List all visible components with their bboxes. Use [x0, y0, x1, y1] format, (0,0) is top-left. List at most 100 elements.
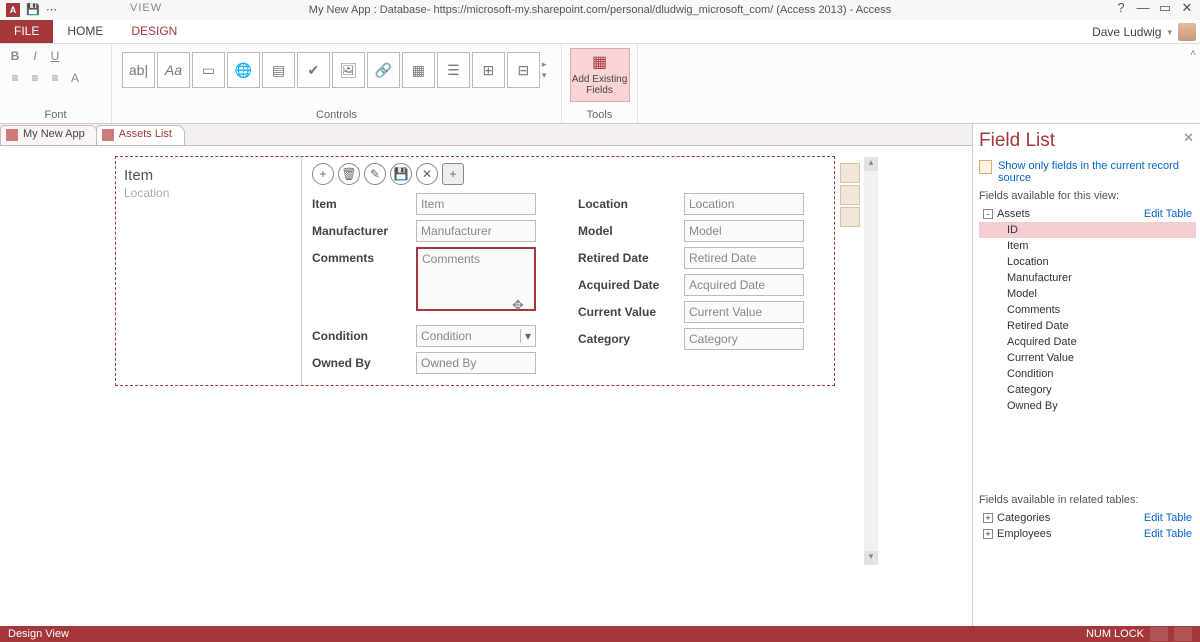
control-subform-button[interactable]: ▦	[402, 52, 435, 88]
app-icon[interactable]: A	[6, 3, 20, 17]
control-textbox-button[interactable]: ab|	[122, 52, 155, 88]
delete-record-button[interactable]: 🗑	[338, 163, 360, 185]
control-webbrowser-button[interactable]: 🌐	[227, 52, 260, 88]
field-list-panel: Field List ✕ Show only fields in the cur…	[972, 124, 1200, 626]
align-left-button[interactable]: ≡	[6, 70, 24, 88]
panel-close-icon[interactable]: ✕	[1183, 130, 1194, 146]
related-categories-row[interactable]: + Categories Edit Table	[979, 510, 1196, 526]
view-datasheet-button[interactable]	[1150, 627, 1168, 641]
related-employees-row[interactable]: +Employees Edit Table	[979, 526, 1196, 542]
doctab-my-new-app[interactable]: My New App	[0, 125, 98, 145]
field-manufacturer[interactable]: Manufacturer	[416, 220, 536, 242]
expand-icon[interactable]: +	[983, 513, 993, 523]
data-button[interactable]	[840, 163, 860, 183]
field-leaf-acquired-date[interactable]: Acquired Date	[979, 334, 1196, 350]
tree-table-header[interactable]: -Assets Edit Table	[979, 206, 1196, 222]
field-category[interactable]: Category	[684, 328, 804, 350]
chevron-down-icon: ▾	[1167, 27, 1172, 38]
sidebar-subtitle: Location	[124, 186, 293, 200]
scroll-up-icon[interactable]: ▴	[864, 157, 878, 171]
ribbon-group-font-label: Font	[6, 109, 105, 121]
field-acquired-date[interactable]: Acquired Date	[684, 274, 804, 296]
field-leaf-id[interactable]: ID	[979, 222, 1196, 238]
align-center-button[interactable]: ≡	[26, 70, 44, 88]
edit-table-link[interactable]: Edit Table	[1144, 528, 1192, 540]
tab-home[interactable]: HOME	[53, 20, 117, 43]
field-leaf-category[interactable]: Category	[979, 382, 1196, 398]
vertical-scrollbar[interactable]: ▴ ▾	[864, 157, 878, 565]
field-leaf-retired-date[interactable]: Retired Date	[979, 318, 1196, 334]
align-right-button[interactable]: ≡	[46, 70, 64, 88]
form-sidebar: Item Location	[116, 157, 302, 385]
close-icon[interactable]: ✕	[1176, 0, 1198, 18]
control-label-button[interactable]: Aa	[157, 52, 190, 88]
field-leaf-location[interactable]: Location	[979, 254, 1196, 270]
edit-record-button[interactable]: ✎	[364, 163, 386, 185]
tab-design[interactable]: DESIGN	[117, 20, 191, 43]
field-condition[interactable]: Condition	[416, 325, 536, 347]
field-owned-by[interactable]: Owned By	[416, 352, 536, 374]
title-bar: A 💾 ⋯ VIEW My New App : Database- https:…	[0, 0, 1200, 20]
formatting-button[interactable]	[840, 185, 860, 205]
field-model[interactable]: Model	[684, 220, 804, 242]
doctab-label: Assets List	[119, 128, 172, 140]
field-leaf-model[interactable]: Model	[979, 286, 1196, 302]
field-leaf-condition[interactable]: Condition	[979, 366, 1196, 382]
add-existing-fields-button[interactable]: ▦ Add Existing Fields	[570, 48, 630, 102]
field-leaf-manufacturer[interactable]: Manufacturer	[979, 270, 1196, 286]
edit-table-link[interactable]: Edit Table	[1144, 512, 1192, 524]
italic-button[interactable]: I	[26, 48, 44, 66]
edit-table-link[interactable]: Edit Table	[1144, 208, 1192, 220]
field-leaf-current-value[interactable]: Current Value	[979, 350, 1196, 366]
control-autocomplete-button[interactable]: ⊟	[507, 52, 540, 88]
field-current-value[interactable]: Current Value	[684, 301, 804, 323]
doctab-assets-list[interactable]: Assets List	[96, 125, 185, 145]
restore-icon[interactable]: ▭	[1154, 0, 1176, 18]
control-combobox-button[interactable]: ▤	[262, 52, 295, 88]
field-item[interactable]: Item	[416, 193, 536, 215]
underline-button[interactable]: U	[46, 48, 64, 66]
field-retired-date[interactable]: Retired Date	[684, 247, 804, 269]
related-tables-label: Fields available in related tables:	[979, 494, 1196, 506]
control-relateditems-button[interactable]: ⊞	[472, 52, 505, 88]
control-checkbox-button[interactable]: ✔	[297, 52, 330, 88]
minimize-icon[interactable]: —	[1132, 0, 1154, 18]
save-icon[interactable]: 💾	[26, 3, 40, 17]
control-multiline-button[interactable]: ☰	[437, 52, 470, 88]
field-leaf-comments[interactable]: Comments	[979, 302, 1196, 318]
form-body: + 🗑 ✎ 💾 ✕ + Item Item Manufacturer Manuf…	[312, 163, 828, 379]
show-only-fields-link[interactable]: Show only fields in the current record s…	[979, 160, 1196, 184]
cancel-record-button[interactable]: ✕	[416, 163, 438, 185]
form-canvas[interactable]: Item Location + 🗑 ✎ 💾 ✕ + Item Item Manu…	[115, 156, 835, 386]
label-condition: Condition	[312, 329, 368, 343]
add-action-button[interactable]: +	[442, 163, 464, 185]
ribbon: ˄ B I U ≡ ≡ ≡ A Font ab| Aa ▭ 🌐 ▤ ✔ 🖼	[0, 44, 1200, 124]
scroll-down-icon[interactable]: ▾	[864, 551, 878, 565]
collapse-ribbon-icon[interactable]: ˄	[1190, 48, 1196, 59]
bold-button[interactable]: B	[6, 48, 24, 66]
user-avatar[interactable]	[1178, 23, 1196, 41]
ribbon-group-controls-label: Controls	[118, 109, 555, 121]
collapse-icon[interactable]: -	[983, 209, 993, 219]
tab-file[interactable]: FILE	[0, 20, 53, 43]
field-leaf-item[interactable]: Item	[979, 238, 1196, 254]
font-color-button[interactable]: A	[66, 70, 84, 88]
field-location[interactable]: Location	[684, 193, 804, 215]
save-record-button[interactable]: 💾	[390, 163, 412, 185]
control-hyperlink-button[interactable]: 🔗	[367, 52, 400, 88]
control-image-button[interactable]: 🖼	[332, 52, 365, 88]
controls-more-icon[interactable]: ▸▾	[542, 59, 551, 81]
add-record-button[interactable]: +	[312, 163, 334, 185]
view-design-button[interactable]	[1174, 627, 1192, 641]
actions-button[interactable]	[840, 207, 860, 227]
help-icon[interactable]: ?	[1110, 0, 1132, 18]
expand-icon[interactable]: +	[983, 529, 993, 539]
user-account[interactable]: Dave Ludwig ▾	[1092, 23, 1196, 41]
menu-tabs: FILE HOME DESIGN Dave Ludwig ▾	[0, 20, 1200, 44]
user-name-label: Dave Ludwig	[1092, 25, 1161, 39]
field-leaf-owned-by[interactable]: Owned By	[979, 398, 1196, 414]
related-table-name: Categories	[997, 512, 1050, 524]
qa-more-icon[interactable]: ⋯	[46, 3, 60, 17]
control-button-button[interactable]: ▭	[192, 52, 225, 88]
fields-available-label: Fields available for this view:	[979, 190, 1196, 202]
